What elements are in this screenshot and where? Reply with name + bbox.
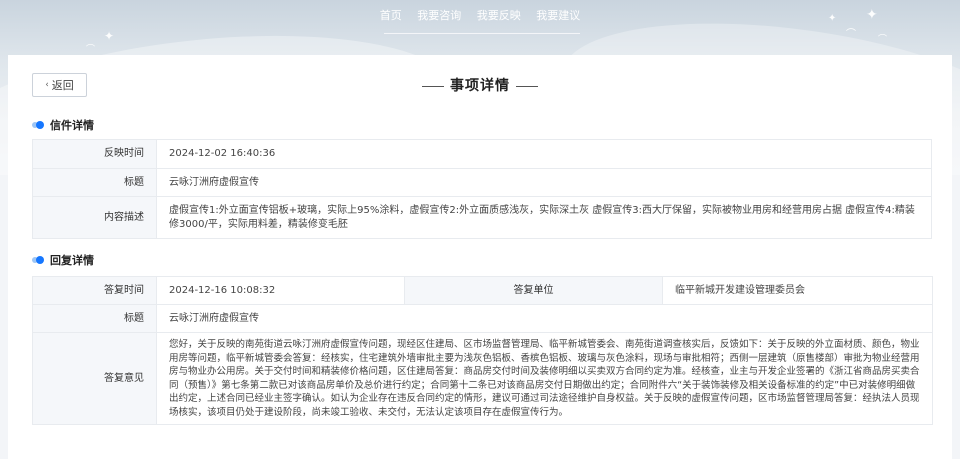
section-letter-title: 信件详情 — [50, 119, 94, 132]
section-letter-header: 信件详情 — [32, 117, 94, 133]
reply-time-label: 答复时间 — [32, 276, 157, 305]
reply-unit-value: 临平新城开发建设管理委员会 — [662, 276, 933, 305]
reply-unit-label: 答复单位 — [404, 276, 663, 305]
page-title: 事项详情 — [8, 75, 952, 95]
dot-icon — [32, 256, 46, 264]
bird-icon: ⌒ — [846, 29, 856, 40]
bird-icon: ⌒ — [878, 35, 888, 45]
nav-item-suggest[interactable]: 我要建议 — [536, 7, 580, 23]
title-dash — [422, 85, 444, 87]
reply-title-label: 标题 — [32, 304, 157, 333]
row-label: 内容描述 — [32, 196, 157, 239]
table-row: 反映时间 2024-12-02 16:40:36 — [32, 139, 932, 169]
nav-divider — [384, 33, 580, 34]
nav-item-home[interactable]: 首页 — [380, 7, 402, 23]
page-title-text: 事项详情 — [450, 78, 510, 94]
nav-item-consult[interactable]: 我要咨询 — [417, 7, 461, 23]
row-value: 云咏汀洲府虚假宣传 — [156, 168, 932, 197]
table-row: 标题 云咏汀洲府虚假宣传 — [32, 304, 933, 333]
table-row: 标题 云咏汀洲府虚假宣传 — [32, 168, 932, 197]
reply-detail-table: 答复时间 2024-12-16 10:08:32 答复单位 临平新城开发建设管理… — [32, 276, 933, 425]
table-row: 内容描述 虚假宣传1:外立面宣传铝板+玻璃，实际上95%涂料，虚假宣传2:外立面… — [32, 196, 932, 239]
section-reply-title: 回复详情 — [50, 254, 94, 267]
row-value: 虚假宣传1:外立面宣传铝板+玻璃，实际上95%涂料，虚假宣传2:外立面质感浅灰，… — [156, 196, 932, 239]
bird-icon: ⌒ — [86, 45, 96, 55]
detail-card: ‹ 返回 事项详情 信件详情 反映时间 2024-12-02 16:40:36 … — [8, 55, 952, 459]
reply-opinion-label: 答复意见 — [32, 332, 157, 425]
bird-icon: ✦ — [104, 29, 115, 43]
nav-item-report[interactable]: 我要反映 — [477, 7, 521, 23]
reply-opinion-value: 您好，关于反映的南苑街道云咏汀洲府虚假宣传问题，现经区住建局、区市场监督管理局、… — [156, 332, 933, 425]
reply-time-value: 2024-12-16 10:08:32 — [156, 276, 405, 305]
section-reply-header: 回复详情 — [32, 252, 94, 268]
row-value: 2024-12-02 16:40:36 — [156, 139, 932, 169]
title-dash — [516, 85, 538, 87]
table-row: 答复意见 您好，关于反映的南苑街道云咏汀洲府虚假宣传问题，现经区住建局、区市场监… — [32, 332, 933, 425]
dot-icon — [32, 121, 46, 129]
row-label: 反映时间 — [32, 139, 157, 169]
reply-title-value: 云咏汀洲府虚假宣传 — [156, 304, 933, 333]
top-nav: 首页 我要咨询 我要反映 我要建议 — [0, 7, 960, 23]
table-row: 答复时间 2024-12-16 10:08:32 答复单位 临平新城开发建设管理… — [32, 276, 933, 305]
row-label: 标题 — [32, 168, 157, 197]
letter-detail-table: 反映时间 2024-12-02 16:40:36 标题 云咏汀洲府虚假宣传 内容… — [32, 139, 932, 239]
